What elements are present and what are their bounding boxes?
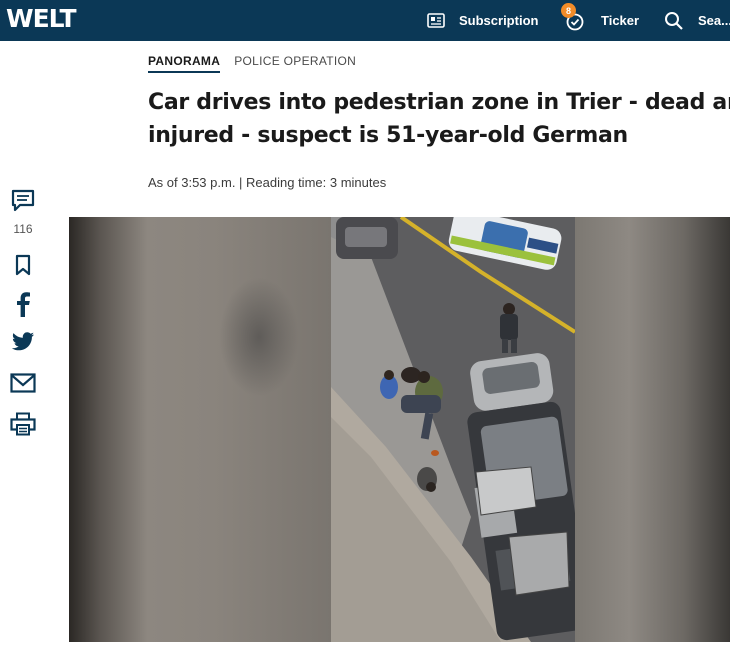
bookmark-icon[interactable]	[13, 254, 33, 281]
headline-line-1: Car drives into pedestrian zone in Trier…	[148, 90, 730, 115]
comment-icon[interactable]	[10, 188, 36, 219]
blurred-image-edge-left	[69, 217, 331, 642]
share-sidebar: 116	[8, 188, 38, 441]
article-kicker: PANORAMA POLICE OPERATION	[148, 54, 356, 73]
headline-line-2: injured - suspect is 51-year-old German	[148, 123, 628, 148]
print-icon[interactable]	[10, 412, 36, 441]
article-lead-image	[69, 217, 730, 642]
ticker-link[interactable]: Ticker	[565, 0, 639, 41]
twitter-icon[interactable]	[11, 332, 35, 357]
search-link[interactable]: Sea...	[664, 0, 730, 41]
search-label: Sea...	[698, 13, 730, 28]
section-link[interactable]: PANORAMA	[148, 54, 221, 73]
article-meta: As of 3:53 p.m. | Reading time: 3 minute…	[148, 175, 387, 190]
comment-count[interactable]: 116	[13, 222, 32, 236]
search-icon	[664, 11, 684, 31]
blurred-image-edge-right	[575, 217, 730, 642]
subscription-link[interactable]: Subscription	[427, 0, 538, 41]
ticker-count-badge: 8	[561, 3, 576, 18]
ticker-label: Ticker	[601, 13, 640, 28]
video-still-street-scene	[331, 217, 575, 642]
top-navigation-bar: WELT Subscription Ticker 8 Sea...	[0, 0, 730, 41]
facebook-icon[interactable]	[13, 291, 33, 322]
topic-label: POLICE OPERATION	[234, 54, 357, 68]
article-headline: Car drives into pedestrian zone in Trier…	[148, 86, 730, 152]
welt-logo[interactable]: WELT	[6, 5, 76, 33]
mail-icon[interactable]	[10, 373, 36, 398]
newspaper-icon	[427, 13, 445, 28]
subscription-label: Subscription	[459, 13, 539, 28]
